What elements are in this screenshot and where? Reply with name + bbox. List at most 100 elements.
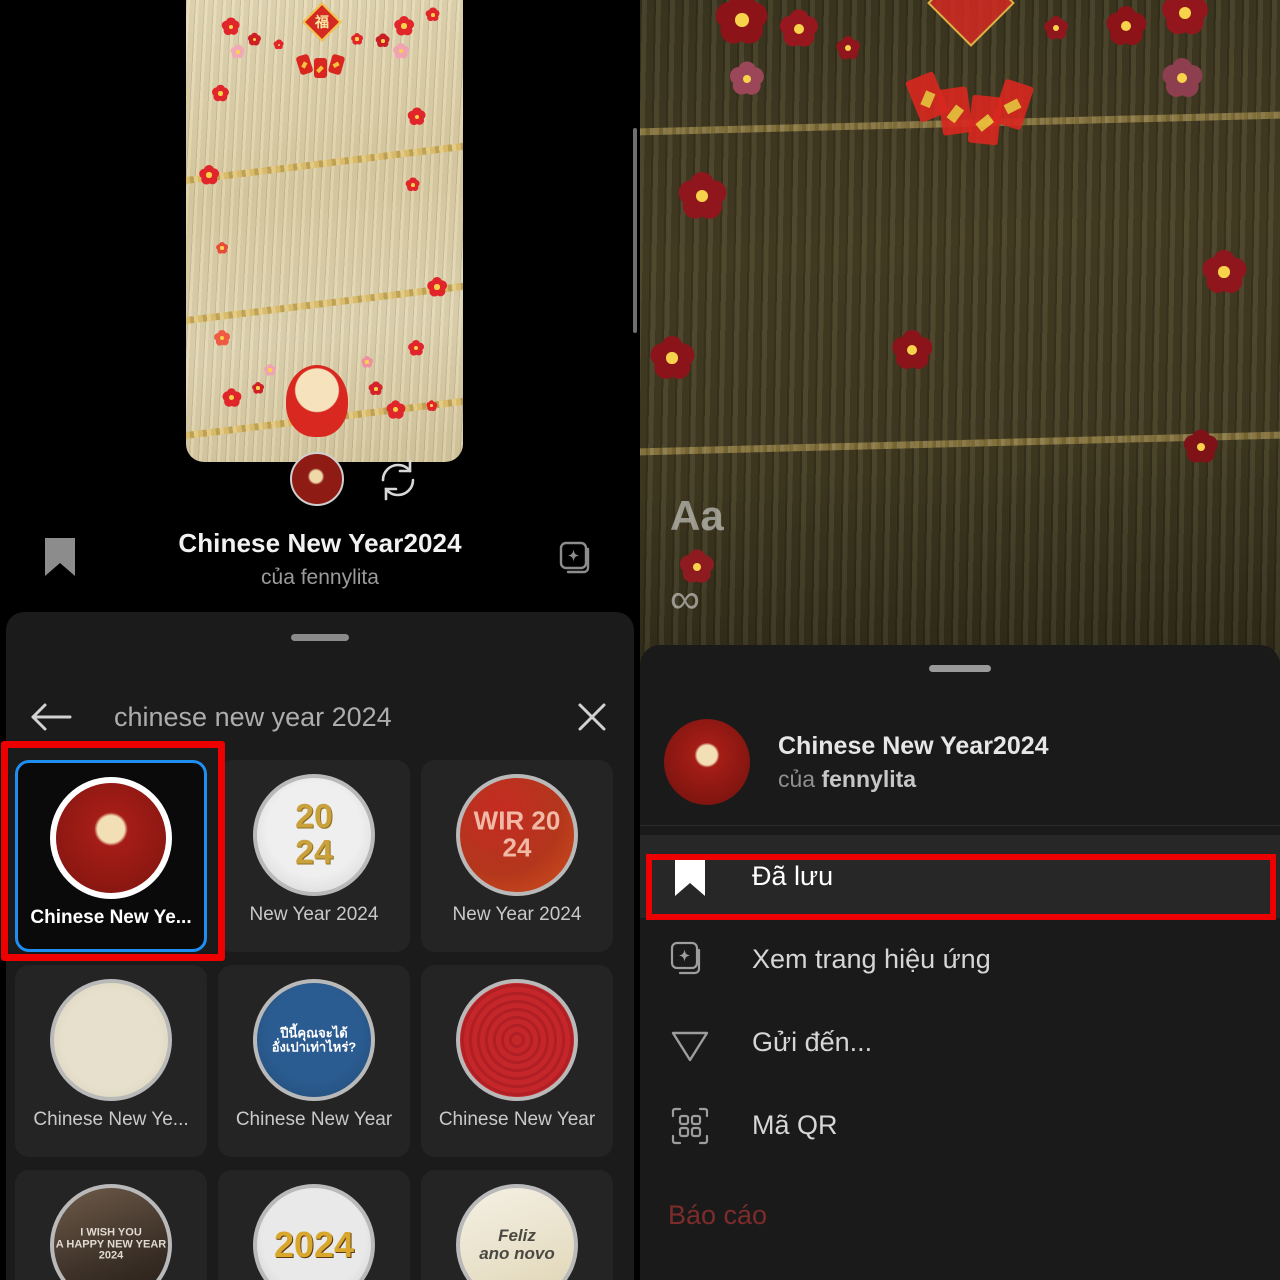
effect-thumbnail: Feliz ano novo: [456, 1184, 578, 1280]
scrollbar-indicator[interactable]: [633, 128, 637, 333]
decor-flower: [889, 329, 935, 373]
effect-thumbnail: 2024: [253, 1184, 375, 1280]
effect-card-label: Chinese New Year: [235, 1109, 393, 1130]
screenshot-root: 福 Chinese New Year2024 của fennylita chi…: [0, 0, 1280, 1280]
options-menu: Đã lưu Xem trang hiệu ứng Gửi đến... Mã QR: [640, 835, 1280, 1167]
effect-card-label: New Year 2024: [452, 904, 582, 925]
effect-card[interactable]: Chinese New Year: [421, 965, 613, 1157]
effect-card[interactable]: 2024: [218, 1170, 410, 1280]
menu-item-label: Mã QR: [752, 1110, 838, 1140]
effect-header: Chinese New Year2024 của fennylita: [640, 707, 1280, 817]
menu-item-label: Đã lưu: [752, 861, 834, 891]
decor-flower: [712, 0, 772, 50]
loop-tool-icon[interactable]: ∞: [670, 578, 700, 620]
effect-meta: Chinese New Year2024 của fennylita: [778, 732, 1049, 793]
close-icon[interactable]: [572, 697, 612, 737]
decor-flower: [1159, 57, 1205, 101]
search-bar: chinese new year 2024: [6, 680, 634, 754]
decor-flower: [368, 381, 384, 397]
effect-author: của fennylita: [778, 766, 1049, 793]
decor-flower: [375, 33, 391, 49]
effect-thumbnail: [50, 777, 172, 899]
add-effect-icon: [668, 938, 712, 982]
decor-flower: [1159, 0, 1211, 39]
sheet-drag-handle[interactable]: [929, 665, 991, 672]
effect-card[interactable]: Chinese New Ye...: [15, 760, 207, 952]
decor-flower: [1181, 429, 1221, 467]
effect-thumbnail: [50, 979, 172, 1101]
decor-flower: [230, 44, 246, 60]
effect-thumbnail-text: ปีนี้คุณจะได้ อั่งเปาเท่าไหร่?: [271, 1025, 357, 1054]
decor-flower: [360, 355, 374, 369]
effect-options-sheet: Chinese New Year2024 của fennylita Đã lư…: [640, 645, 1280, 1280]
decor-flower: [392, 15, 416, 38]
decor-mascot: [286, 365, 348, 437]
menu-item-label: Xem trang hiệu ứng: [752, 944, 991, 974]
decor-flower: [220, 387, 243, 409]
divider: [640, 825, 1280, 826]
text-tool-label[interactable]: Aa: [670, 492, 724, 540]
decor-lantern: [936, 86, 974, 136]
effect-thumbnail-text: I WISH YOU A HAPPY NEW YEAR 2024: [55, 1226, 167, 1262]
menu-item[interactable]: Mã QR: [640, 1084, 1280, 1167]
decor-flower: [247, 32, 262, 47]
effect-card[interactable]: Feliz ano novo: [421, 1170, 613, 1280]
decor-flower: [425, 399, 438, 412]
effect-title: Chinese New Year2024: [778, 731, 1049, 760]
decor-flower: [1042, 15, 1070, 42]
camera-preview-left[interactable]: 福: [186, 0, 463, 462]
search-input[interactable]: chinese new year 2024: [114, 702, 572, 733]
back-arrow-icon[interactable]: [28, 697, 74, 737]
menu-item-label: Gửi đến...: [752, 1027, 873, 1057]
effect-card[interactable]: I WISH YOU A HAPPY NEW YEAR 2024: [15, 1170, 207, 1280]
decor-flower: [834, 35, 862, 62]
add-effect-icon[interactable]: [558, 540, 600, 580]
decor-flower: [647, 335, 697, 383]
effect-thumbnail: I WISH YOU A HAPPY NEW YEAR 2024: [50, 1184, 172, 1280]
left-panel: 福 Chinese New Year2024 của fennylita chi…: [0, 0, 640, 1280]
effect-card-label: New Year 2024: [249, 904, 379, 925]
effect-card[interactable]: 20 24 New Year 2024: [218, 760, 410, 952]
decor-flower: [406, 339, 426, 358]
effect-card-label: Chinese New Ye...: [33, 1109, 189, 1130]
camera-preview-right[interactable]: Aa ∞: [640, 0, 1280, 700]
camera-controls-left: [186, 452, 463, 512]
decor-flower: [405, 177, 421, 193]
bookmark-icon: [668, 855, 712, 899]
decor-flower: [391, 42, 411, 61]
effect-author-name: fennylita: [821, 765, 917, 792]
decor-flower: [674, 171, 730, 224]
effect-thumbnail-text: Feliz ano novo: [479, 1226, 555, 1263]
decor-flower: [215, 241, 229, 255]
effect-thumbnail: 20 24: [253, 774, 375, 896]
menu-item[interactable]: Gửi đến...: [640, 1001, 1280, 1084]
decor-flower: [212, 329, 232, 348]
effect-thumbnail-text: 2024: [273, 1224, 355, 1266]
avatar: [664, 719, 750, 805]
effect-card[interactable]: Chinese New Ye...: [15, 965, 207, 1157]
effect-thumbnail-text: WIR 20 24: [473, 805, 561, 863]
effect-card[interactable]: ปีนี้คุณจะได้ อั่งเปาเท่าไหร่? Chinese Ne…: [218, 965, 410, 1157]
effect-card[interactable]: WIR 20 24 New Year 2024: [421, 760, 613, 952]
flip-camera-icon[interactable]: [376, 458, 420, 502]
sheet-drag-handle[interactable]: [291, 634, 349, 641]
decor-flower: [197, 164, 221, 187]
decor-lantern: [314, 58, 327, 78]
effect-thumbnail-text: 20 24: [295, 797, 333, 871]
decor-flower: [406, 107, 428, 128]
report-button[interactable]: Báo cáo: [668, 1200, 767, 1231]
decor-flower: [1103, 5, 1149, 49]
effects-grid: Chinese New Ye... 20 24 New Year 2024 WIR 2…: [6, 760, 634, 1280]
menu-item[interactable]: Xem trang hiệu ứng: [640, 918, 1280, 1001]
effects-browser-sheet: chinese new year 2024 Chinese New Ye... 2…: [6, 612, 634, 1280]
shutter-button[interactable]: [290, 452, 344, 506]
decor-flower: [350, 32, 364, 46]
decor-flower: [727, 61, 767, 99]
menu-item[interactable]: Đã lưu: [640, 835, 1280, 918]
qr-code-icon: [668, 1104, 712, 1148]
decor-flower: [425, 7, 441, 23]
decor-flower: [220, 17, 242, 38]
effect-thumbnail: ปีนี้คุณจะได้ อั่งเปาเท่าไหร่?: [253, 979, 375, 1101]
decor-flower: [210, 84, 231, 104]
effect-thumbnail: [456, 979, 578, 1101]
